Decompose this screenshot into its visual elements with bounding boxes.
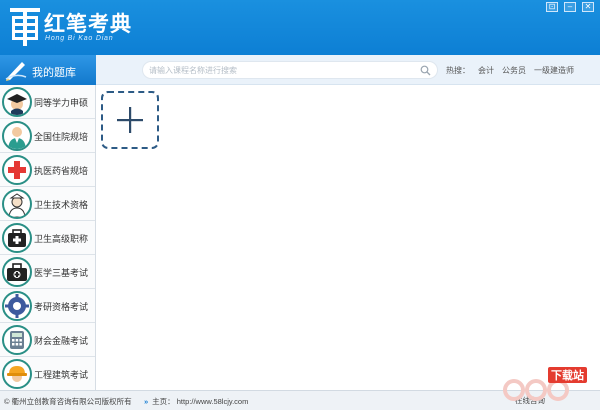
add-question-bank-button[interactable]: [101, 91, 159, 149]
search-input[interactable]: [149, 63, 409, 77]
copyright-text: © 衢州立创教育咨询有限公司版权所有: [4, 397, 132, 406]
app-subtitle: Hong Bi Kao Dian: [45, 35, 114, 42]
sidebar-item-label: 工程建筑考试: [34, 370, 89, 380]
sidebar-item-equivalent-degree[interactable]: 同等学力申硕: [0, 85, 95, 119]
nav-bar: 我的题库 热搜： 会计 公务员 一级建造师: [0, 55, 600, 85]
close-button[interactable]: ✕: [582, 2, 594, 12]
sidebar-item-engineering[interactable]: 工程建筑考试: [0, 357, 95, 390]
medical-kit-icon: [8, 229, 26, 247]
gear-icon: [5, 294, 29, 318]
app-logo-icon: [10, 8, 40, 46]
sidebar-item-label: 卫生技术资格: [34, 200, 89, 210]
graduation-cap-icon: [7, 94, 27, 115]
doctor-icon: [8, 127, 26, 149]
sidebar-item-label: 医学三基考试: [34, 268, 89, 278]
my-question-bank-tab[interactable]: 我的题库: [0, 55, 96, 85]
sidebar-item-residency[interactable]: 全国住院规培: [0, 119, 95, 153]
hot-search-link[interactable]: 一级建造师: [534, 65, 574, 76]
calculator-icon: [10, 331, 24, 349]
nurse-icon: [8, 193, 26, 217]
hot-search-label: 热搜：: [446, 66, 470, 75]
watermark-text: 下载站: [548, 367, 587, 383]
sidebar-item-label: 卫生高级职称: [34, 234, 89, 244]
homepage-url[interactable]: http://www.58lcjy.com: [177, 397, 249, 406]
sidebar-item-label: 全国住院规培: [34, 132, 89, 142]
hard-hat-icon: [7, 366, 27, 382]
sidebar-item-health-tech[interactable]: 卫生技术资格: [0, 187, 95, 221]
plus-icon: [117, 107, 143, 133]
sidebar-item-label: 财会金融考试: [34, 336, 89, 346]
sidebar-item-finance[interactable]: 财会金融考试: [0, 323, 95, 357]
question-bank-area: [97, 86, 600, 390]
search-icon[interactable]: [420, 65, 431, 76]
app-title: 红笔考典: [44, 11, 132, 36]
sidebar-item-medical-basics[interactable]: 医学三基考试: [0, 255, 95, 289]
restore-button[interactable]: ⊡: [546, 2, 558, 12]
minimize-button[interactable]: –: [564, 2, 576, 12]
title-bar: 红笔考典 Hong Bi Kao Dian ⊡ – ✕: [0, 0, 600, 55]
red-cross-icon: [8, 161, 26, 179]
sidebar-item-pharmacy[interactable]: 执医药省规培: [0, 153, 95, 187]
medical-bag-icon: [7, 263, 27, 281]
sidebar-item-postgrad[interactable]: 考研资格考试: [0, 289, 95, 323]
double-chevron-icon: »: [144, 397, 149, 406]
pen-icon: [5, 62, 27, 81]
homepage-label: 主页：: [152, 397, 175, 406]
hot-search-link[interactable]: 公务员: [502, 65, 526, 76]
my-question-bank-label: 我的题库: [32, 67, 76, 79]
hot-searches: 热搜： 会计 公务员 一级建造师: [446, 65, 574, 76]
hot-search-link[interactable]: 会计: [478, 65, 494, 76]
homepage-link[interactable]: » 主页： http://www.58lcjy.com: [144, 396, 248, 407]
category-sidebar: 同等学力申硕 全国住院规培 执医药省规培 卫生技术资格 卫生高级职称 医学三基考…: [0, 85, 96, 390]
sidebar-item-senior-title[interactable]: 卫生高级职称: [0, 221, 95, 255]
sidebar-item-label: 同等学力申硕: [34, 98, 89, 108]
sidebar-item-label: 考研资格考试: [34, 302, 89, 312]
search-bar: [142, 61, 438, 79]
window-controls: ⊡ – ✕: [546, 2, 594, 12]
sidebar-item-label: 执医药省规培: [34, 166, 89, 176]
